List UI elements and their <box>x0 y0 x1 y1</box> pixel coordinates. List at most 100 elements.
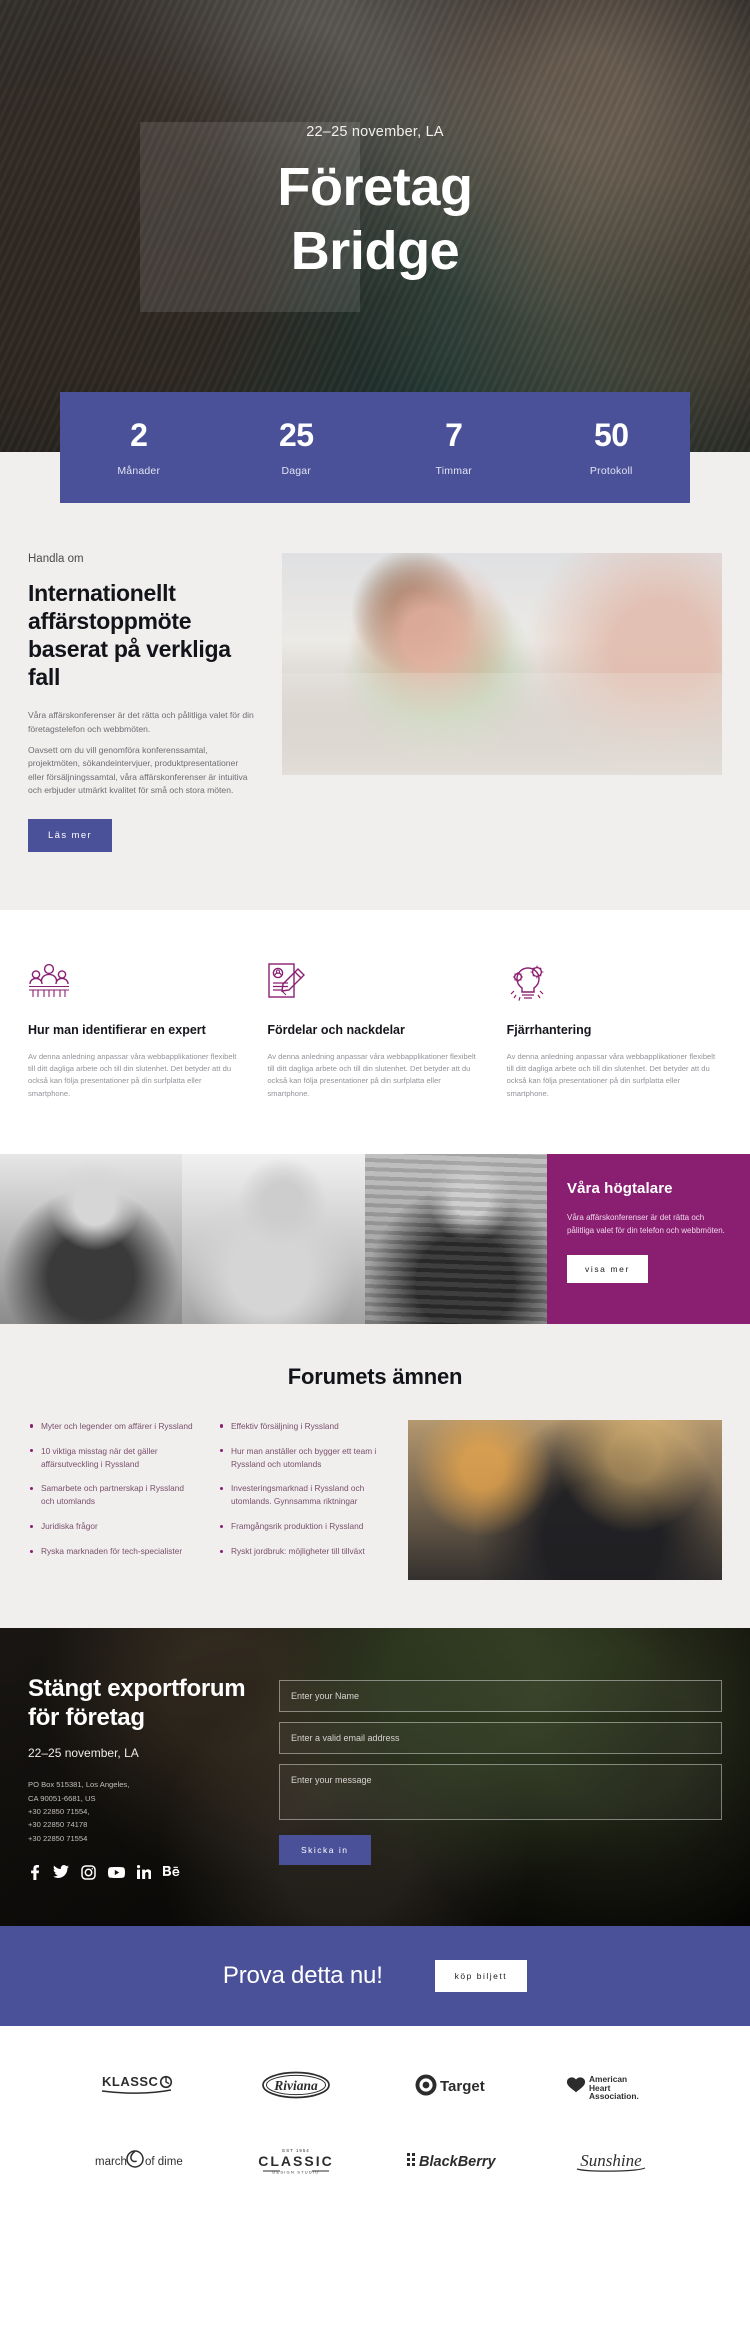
topic-item: Juridiska frågor <box>28 1520 198 1533</box>
sunshine-logo: Sunshine <box>569 2147 653 2173</box>
about-heading: Internationellt affärstoppmöte baserat p… <box>28 580 231 691</box>
speakers-text: Våra affärskonferenser är det rätta och … <box>566 1212 725 1236</box>
svg-text:Riviana: Riviana <box>273 2078 318 2093</box>
speaker-photo <box>182 1153 365 1324</box>
topic-item: Ryskt jordbruk: möjligheter till tillväx… <box>218 1545 388 1558</box>
topic-item: Effektiv försäljning i Ryssland <box>218 1420 388 1433</box>
topic-item: 10 viktiga misstag när det gäller affärs… <box>28 1445 198 1471</box>
feature-title: Fjärrhantering <box>506 1022 592 1037</box>
read-more-button[interactable]: Läs mer <box>28 818 113 852</box>
feature-card: Fördelar och nackdelar Av denna anlednin… <box>267 962 482 1100</box>
counter-item: 50 Protokoll <box>533 417 691 478</box>
svg-text:Sunshine: Sunshine <box>581 2151 643 2170</box>
forum-photo <box>408 1419 722 1580</box>
american-heart-association-logo: American Heart Association. <box>565 2070 657 2100</box>
linkedin-icon[interactable] <box>137 1865 151 1880</box>
target-logo: Target <box>414 2073 494 2097</box>
svg-text:KLASSC: KLASSC <box>102 2074 159 2089</box>
topic-item: Myter och legender om affärer i Ryssland <box>28 1420 198 1433</box>
svg-text:DESIGN STUDIO: DESIGN STUDIO <box>273 2169 320 2174</box>
topics-column-1: Myter och legender om affärer i Ryssland… <box>28 1420 198 1570</box>
counter-section: 2 Månader 25 Dagar 7 Timmar 50 Protokoll <box>0 392 750 504</box>
counter-value: 2 <box>130 417 148 453</box>
speaker-photo <box>0 1153 183 1324</box>
landing-page: 22–25 november, LA Företag Bridge 2 Måna… <box>0 0 750 2230</box>
features-section: Hur man identifierar en expert Av denna … <box>0 909 750 1154</box>
riviana-logo: Riviana <box>257 2070 335 2100</box>
speaker-photo <box>364 1153 547 1324</box>
contact-heading: Stängt exportforum för företag <box>28 1674 246 1732</box>
speakers-section: Våra högtalare Våra affärskonferenser är… <box>0 1153 750 1324</box>
twitter-icon[interactable] <box>53 1865 69 1879</box>
topic-item: Framgångsrik produktion i Ryssland <box>218 1520 388 1533</box>
contact-date: 22–25 november, LA <box>28 1746 139 1761</box>
submit-button[interactable]: Skicka in <box>279 1834 371 1865</box>
youtube-icon[interactable] <box>108 1866 125 1879</box>
about-eyebrow: Handla om <box>28 553 84 566</box>
svg-text:Association.: Association. <box>589 2091 639 2100</box>
counter-label: Timmar <box>435 465 472 478</box>
feature-text: Av denna anledning anpassar våra webbapp… <box>506 1051 716 1098</box>
about-section: Handla om Internationellt affärstoppmöte… <box>0 503 750 910</box>
about-paragraph-2: Oavsett om du vill genomföra konferenssa… <box>28 744 248 796</box>
email-input[interactable] <box>279 1721 722 1754</box>
hero-title-line-2: Bridge <box>290 220 460 281</box>
contact-section: Stängt exportforum för företag 22–25 nov… <box>0 1627 750 1926</box>
topic-item: Samarbete och partnerskap i Ryssland och… <box>28 1482 198 1508</box>
forum-title: Forumets ämnen <box>287 1363 463 1389</box>
phone-line: +30 22850 74178 <box>28 1820 88 1830</box>
address-line: PO Box 515381, Los Angeles, <box>28 1780 130 1790</box>
topic-item: Hur man anställer och bygger ett team i … <box>218 1445 388 1471</box>
phone-line: +30 22850 71554 <box>28 1833 88 1843</box>
svg-text:Target: Target <box>440 2078 485 2095</box>
cta-section: Prova detta nu! köp biljett <box>0 1925 750 2026</box>
about-photo <box>282 553 722 776</box>
forum-topics-section: Forumets ämnen Myter och legender om aff… <box>0 1323 750 1628</box>
contact-address: PO Box 515381, Los Angeles, CA 90051-668… <box>28 1778 253 1844</box>
buy-ticket-button[interactable]: köp biljett <box>434 1959 528 1992</box>
countdown-bar: 2 Månader 25 Dagar 7 Timmar 50 Protokoll <box>60 392 691 504</box>
name-input[interactable] <box>279 1679 722 1712</box>
instagram-icon[interactable] <box>81 1865 96 1880</box>
cta-title: Prova detta nu! <box>222 1961 383 1989</box>
partner-logos-section: KLASSC Riviana Target American Heart Ass… <box>0 2025 750 2230</box>
address-line: CA 90051-6681, US <box>28 1793 96 1803</box>
about-paragraph-1: Våra affärskonferenser är det rätta och … <box>28 710 254 734</box>
speakers-info-box: Våra högtalare Våra affärskonferenser är… <box>546 1153 750 1324</box>
behance-icon[interactable] <box>163 1866 180 1878</box>
counter-value: 25 <box>278 417 314 453</box>
feature-text: Av denna anledning anpassar våra webbapp… <box>28 1051 237 1098</box>
topic-item: Ryska marknaden för tech-specialister <box>28 1545 198 1558</box>
counter-value: 50 <box>593 417 629 453</box>
march-of-dimes-logo: march of dimes <box>95 2148 183 2172</box>
show-more-button[interactable]: visa mer <box>566 1255 648 1284</box>
counter-item: 2 Månader <box>60 417 218 478</box>
svg-text:of dimes: of dimes <box>145 2156 183 2168</box>
counter-item: 25 Dagar <box>218 417 376 478</box>
svg-text:CLASSIC: CLASSIC <box>259 2153 334 2169</box>
team-icon <box>28 962 243 1002</box>
feature-title: Hur man identifierar en expert <box>28 1022 206 1037</box>
idea-gears-icon <box>507 962 722 1002</box>
page-title: Företag Bridge <box>277 156 473 283</box>
svg-text:BlackBerry: BlackBerry <box>419 2154 497 2170</box>
classic-logo: EST 1954 CLASSIC DESIGN STUDIO <box>253 2144 339 2176</box>
message-input[interactable] <box>279 1763 722 1820</box>
contact-form: Skicka in <box>279 1674 722 1880</box>
hero-title-line-1: Företag <box>277 157 473 217</box>
counter-label: Månader <box>117 465 161 478</box>
social-links <box>28 1864 253 1880</box>
hero-date: 22–25 november, LA <box>306 124 444 140</box>
svg-text:march: march <box>95 2156 127 2168</box>
counter-label: Protokoll <box>589 465 633 478</box>
feature-title: Fördelar och nackdelar <box>267 1022 405 1037</box>
feature-card: Hur man identifierar en expert Av denna … <box>28 962 243 1100</box>
klassco-logo: KLASSC <box>100 2072 178 2098</box>
counter-item: 7 Timmar <box>375 417 533 478</box>
hero-section: 22–25 november, LA Företag Bridge <box>0 0 750 452</box>
facebook-icon[interactable] <box>28 1864 41 1880</box>
counter-label: Dagar <box>281 465 312 478</box>
phone-line: +30 22850 71554, <box>28 1807 90 1816</box>
speakers-title: Våra högtalare <box>566 1179 673 1197</box>
feature-text: Av denna anledning anpassar våra webbapp… <box>267 1051 476 1098</box>
